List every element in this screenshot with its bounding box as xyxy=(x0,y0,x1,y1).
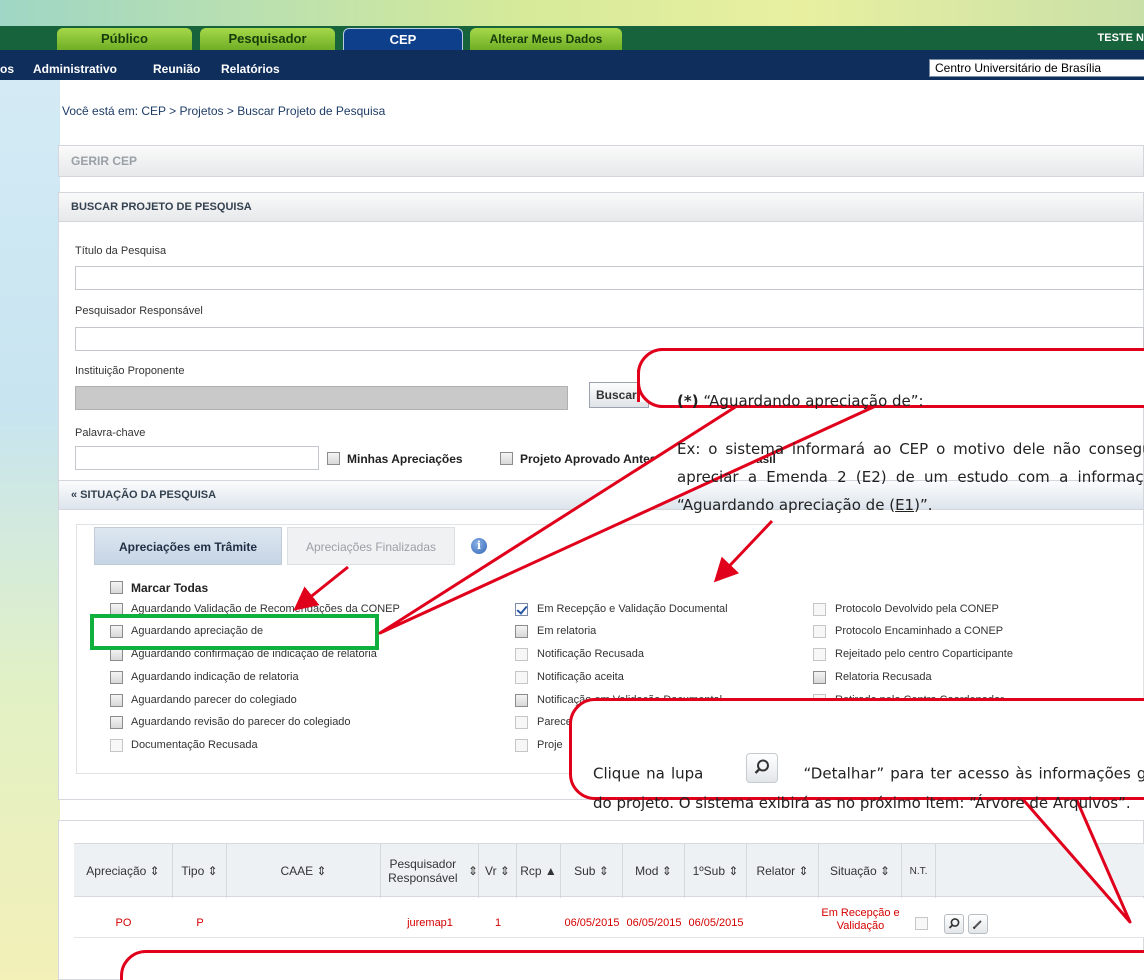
callout-bottom-paragraph: Clique na lupa “Detalhar” para ter acess… xyxy=(593,753,1144,817)
magnifier-icon xyxy=(754,759,769,774)
callout-top-body: Ex: o sistema informará ao CEP o motivo … xyxy=(677,435,1144,519)
callout-detalhar: Clique na lupa “Detalhar” para ter acess… xyxy=(569,698,1144,812)
callout-top-text: (*) “Aguardando apreciação de”: Ex: o si… xyxy=(677,387,1144,519)
arrow-to-checkbox xyxy=(293,565,349,611)
callout-magnifier-button xyxy=(745,753,778,783)
callout-top-body-link: E1 xyxy=(895,496,915,514)
callout-top-heading-rest: “Aguardando apreciação de”: xyxy=(698,392,924,410)
callout-bottom-text: Clique na lupa “Detalhar” para ter acess… xyxy=(593,753,1144,817)
callout-bottom-before: Clique na lupa xyxy=(593,764,704,783)
arrow-to-em-recepcao xyxy=(713,519,774,583)
callout-aguardando-apreciacao: (*) “Aguardando apreciação de”: Ex: o si… xyxy=(637,348,1144,514)
callout-top-heading: (*) “Aguardando apreciação de”: xyxy=(677,387,1144,415)
callout-next-partial xyxy=(120,950,1144,980)
callout-top-heading-bold: (*) xyxy=(677,392,699,410)
callout-top-body-after: )”. xyxy=(914,496,933,514)
